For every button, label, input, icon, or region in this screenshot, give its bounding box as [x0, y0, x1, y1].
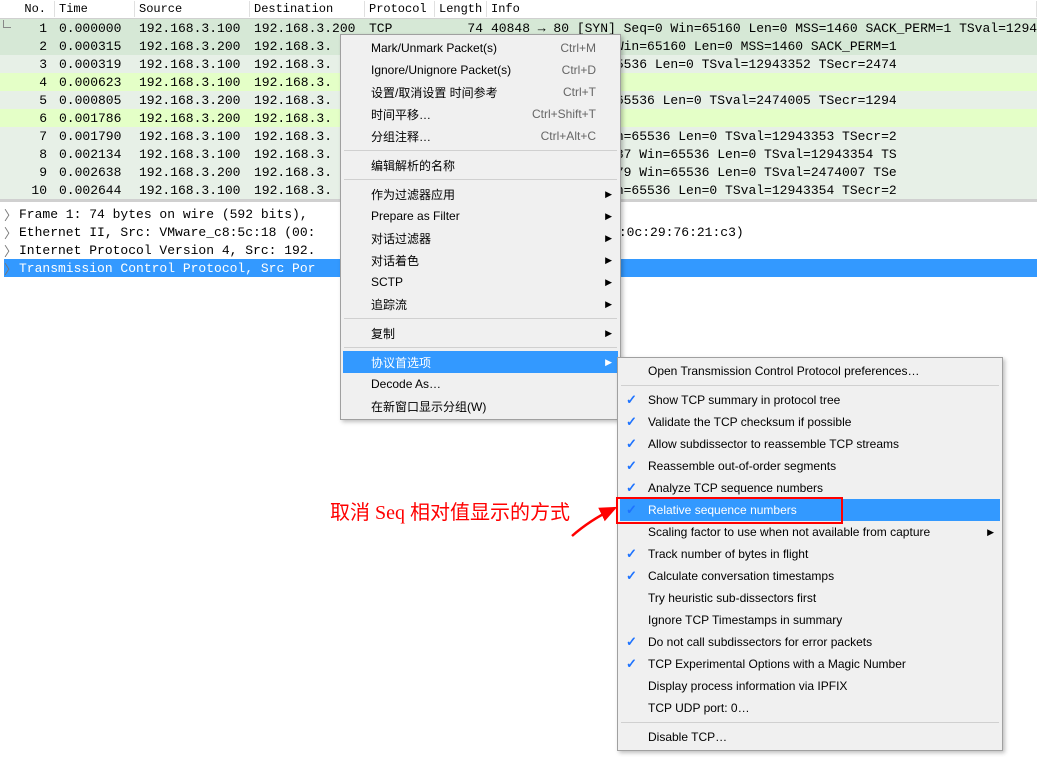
check-icon: ✓	[626, 480, 637, 496]
menu-item[interactable]: ✓Validate the TCP checksum if possible	[620, 411, 1000, 433]
menu-item[interactable]: Decode As…	[343, 373, 618, 395]
check-icon: ✓	[626, 458, 637, 474]
menu-item[interactable]: ✓Reassemble out-of-order segments	[620, 455, 1000, 477]
menu-item[interactable]: TCP UDP port: 0…	[620, 697, 1000, 719]
menu-item[interactable]: 追踪流▶	[343, 293, 618, 315]
col-dest[interactable]: Destination	[250, 1, 365, 17]
submenu-arrow-icon: ▶	[987, 527, 994, 538]
menu-item[interactable]: ✓Analyze TCP sequence numbers	[620, 477, 1000, 499]
check-icon: ✓	[626, 634, 637, 650]
menu-item[interactable]: Display process information via IPFIX	[620, 675, 1000, 697]
submenu-arrow-icon: ▶	[605, 299, 612, 310]
check-icon: ✓	[626, 436, 637, 452]
menu-item[interactable]: ✓Allow subdissector to reassemble TCP st…	[620, 433, 1000, 455]
col-info[interactable]: Info	[487, 1, 1037, 17]
check-icon: ✓	[626, 414, 637, 430]
menu-item[interactable]: ✓Do not call subdissectors for error pac…	[620, 631, 1000, 653]
menu-separator	[344, 179, 617, 180]
expand-icon[interactable]: 〉	[4, 205, 15, 224]
menu-item[interactable]: 对话着色▶	[343, 249, 618, 271]
submenu-arrow-icon: ▶	[605, 357, 612, 368]
menu-item[interactable]: Prepare as Filter▶	[343, 205, 618, 227]
col-proto[interactable]: Protocol	[365, 1, 435, 17]
submenu-arrow-icon: ▶	[605, 328, 612, 339]
submenu-arrow-icon: ▶	[605, 277, 612, 288]
menu-item[interactable]: Scaling factor to use when not available…	[620, 521, 1000, 543]
expand-icon[interactable]: 〉	[4, 241, 15, 260]
menu-item[interactable]: 复制▶	[343, 322, 618, 344]
annotation-text: 取消 Seq 相对值显示的方式	[330, 496, 570, 525]
menu-separator	[344, 347, 617, 348]
annotation-arrow-icon	[570, 500, 630, 540]
menu-item[interactable]: ✓Track number of bytes in flight	[620, 543, 1000, 565]
menu-item[interactable]: Mark/Unmark Packet(s)Ctrl+M	[343, 37, 618, 59]
col-no[interactable]: No.	[0, 1, 55, 17]
menu-item[interactable]: Ignore/Unignore Packet(s)Ctrl+D	[343, 59, 618, 81]
frame-marker-icon	[3, 20, 11, 28]
col-length[interactable]: Length	[435, 1, 487, 17]
menu-item[interactable]: 编辑解析的名称	[343, 154, 618, 176]
menu-item[interactable]: ✓TCP Experimental Options with a Magic N…	[620, 653, 1000, 675]
menu-separator	[621, 385, 999, 386]
check-icon: ✓	[626, 656, 637, 672]
menu-separator	[344, 150, 617, 151]
menu-item[interactable]: 作为过滤器应用▶	[343, 183, 618, 205]
menu-separator	[621, 722, 999, 723]
submenu-arrow-icon: ▶	[605, 233, 612, 244]
menu-item[interactable]: Open Transmission Control Protocol prefe…	[620, 360, 1000, 382]
menu-item[interactable]: ✓Show TCP summary in protocol tree	[620, 389, 1000, 411]
col-time[interactable]: Time	[55, 1, 135, 17]
expand-icon[interactable]: 〉	[4, 259, 15, 278]
menu-item[interactable]: Ignore TCP Timestamps in summary	[620, 609, 1000, 631]
menu-item[interactable]: 协议首选项▶	[343, 351, 618, 373]
check-icon: ✓	[626, 546, 637, 562]
col-source[interactable]: Source	[135, 1, 250, 17]
menu-separator	[344, 318, 617, 319]
menu-item[interactable]: 设置/取消设置 时间参考Ctrl+T	[343, 81, 618, 103]
menu-item[interactable]: Try heuristic sub-dissectors first	[620, 587, 1000, 609]
context-menu[interactable]: Mark/Unmark Packet(s)Ctrl+MIgnore/Unigno…	[340, 34, 621, 420]
check-icon: ✓	[626, 568, 637, 584]
expand-icon[interactable]: 〉	[4, 223, 15, 242]
menu-item[interactable]: ✓Calculate conversation timestamps	[620, 565, 1000, 587]
menu-item[interactable]: 对话过滤器▶	[343, 227, 618, 249]
menu-item[interactable]: ✓Relative sequence numbers	[620, 499, 1000, 521]
menu-item[interactable]: 时间平移…Ctrl+Shift+T	[343, 103, 618, 125]
submenu-arrow-icon: ▶	[605, 189, 612, 200]
menu-item[interactable]: SCTP▶	[343, 271, 618, 293]
menu-item[interactable]: Disable TCP…	[620, 726, 1000, 748]
packet-list-header[interactable]: No. Time Source Destination Protocol Len…	[0, 0, 1037, 19]
submenu-arrow-icon: ▶	[605, 255, 612, 266]
check-icon: ✓	[626, 392, 637, 408]
menu-item[interactable]: 在新窗口显示分组(W)	[343, 395, 618, 417]
menu-item[interactable]: 分组注释…Ctrl+Alt+C	[343, 125, 618, 147]
protocol-prefs-submenu[interactable]: Open Transmission Control Protocol prefe…	[617, 357, 1003, 751]
submenu-arrow-icon: ▶	[605, 211, 612, 222]
